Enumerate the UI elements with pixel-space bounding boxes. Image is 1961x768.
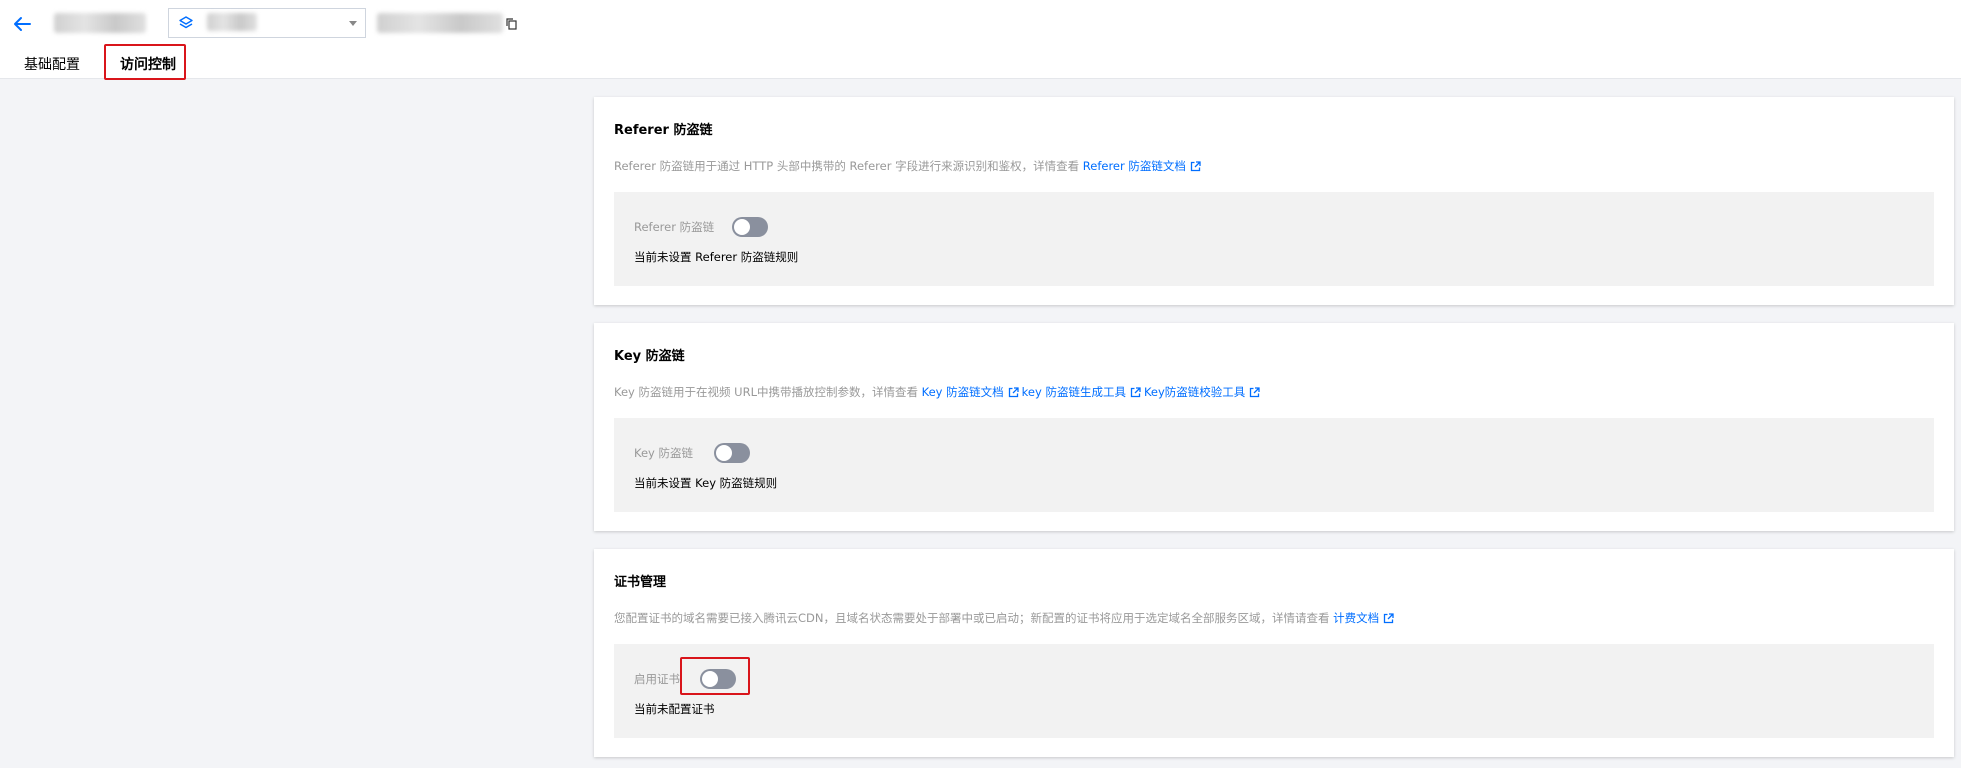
toggle-knob bbox=[716, 445, 732, 461]
field-label: Key 防盗链 bbox=[634, 446, 694, 460]
cert-card: 证书管理 您配置证书的域名需要已接入腾讯云CDN，且域名状态需要处于部署中或已启… bbox=[594, 549, 1954, 757]
version-select[interactable] bbox=[168, 8, 366, 38]
billing-doc-link[interactable]: 计费文档 bbox=[1333, 611, 1397, 625]
key-generator-link[interactable]: key 防盗链生成工具 bbox=[1022, 385, 1144, 399]
external-link-icon bbox=[1383, 613, 1394, 624]
config-panel: Referer 防盗链 当前未设置 Referer 防盗链规则 bbox=[614, 192, 1934, 286]
toggle-knob bbox=[734, 219, 750, 235]
redacted-select-value bbox=[207, 13, 257, 31]
field-label: Referer 防盗链 bbox=[634, 220, 715, 234]
section-title: Referer 防盗链 bbox=[614, 123, 713, 138]
layers-icon bbox=[179, 16, 193, 29]
redacted-domain-name bbox=[54, 13, 146, 33]
status-text: 当前未配置证书 bbox=[634, 702, 715, 716]
section-description: Referer 防盗链用于通过 HTTP 头部中携带的 Referer 字段进行… bbox=[614, 158, 1204, 174]
redacted-id bbox=[377, 13, 503, 33]
section-description: Key 防盗链用于在视频 URL中携带播放控制参数，详情查看 Key 防盗链文档… bbox=[614, 384, 1263, 400]
key-doc-link[interactable]: Key 防盗链文档 bbox=[922, 385, 1022, 399]
copy-icon[interactable] bbox=[505, 17, 518, 30]
cert-toggle[interactable] bbox=[700, 669, 736, 689]
config-panel: 启用证书 当前未配置证书 bbox=[614, 644, 1934, 738]
referer-toggle[interactable] bbox=[732, 217, 768, 237]
tab-basic-config[interactable]: 基础配置 bbox=[24, 54, 80, 74]
key-validator-link[interactable]: Key防盗链校验工具 bbox=[1144, 385, 1263, 399]
key-toggle[interactable] bbox=[714, 443, 750, 463]
chevron-down-icon bbox=[349, 21, 357, 26]
top-bar: 基础配置 访问控制 bbox=[0, 0, 1961, 80]
config-panel: Key 防盗链 当前未设置 Key 防盗链规则 bbox=[614, 418, 1934, 512]
external-link-icon bbox=[1008, 387, 1019, 398]
section-title: Key 防盗链 bbox=[614, 349, 685, 364]
section-description: 您配置证书的域名需要已接入腾讯云CDN，且域名状态需要处于部署中或已启动；新配置… bbox=[614, 610, 1397, 626]
section-title: 证书管理 bbox=[614, 575, 667, 590]
status-text: 当前未设置 Referer 防盗链规则 bbox=[634, 250, 799, 264]
tab-access-control[interactable]: 访问控制 bbox=[120, 54, 176, 74]
external-link-icon bbox=[1190, 161, 1201, 172]
status-text: 当前未设置 Key 防盗链规则 bbox=[634, 476, 778, 490]
key-card: Key 防盗链 Key 防盗链用于在视频 URL中携带播放控制参数，详情查看 K… bbox=[594, 323, 1954, 531]
back-arrow-icon[interactable] bbox=[10, 12, 34, 36]
external-link-icon bbox=[1250, 387, 1260, 398]
external-link-icon bbox=[1130, 387, 1141, 398]
toggle-knob bbox=[702, 671, 718, 687]
field-label: 启用证书 bbox=[634, 672, 680, 686]
referer-card: Referer 防盗链 Referer 防盗链用于通过 HTTP 头部中携带的 … bbox=[594, 97, 1954, 305]
referer-doc-link[interactable]: Referer 防盗链文档 bbox=[1083, 159, 1204, 173]
